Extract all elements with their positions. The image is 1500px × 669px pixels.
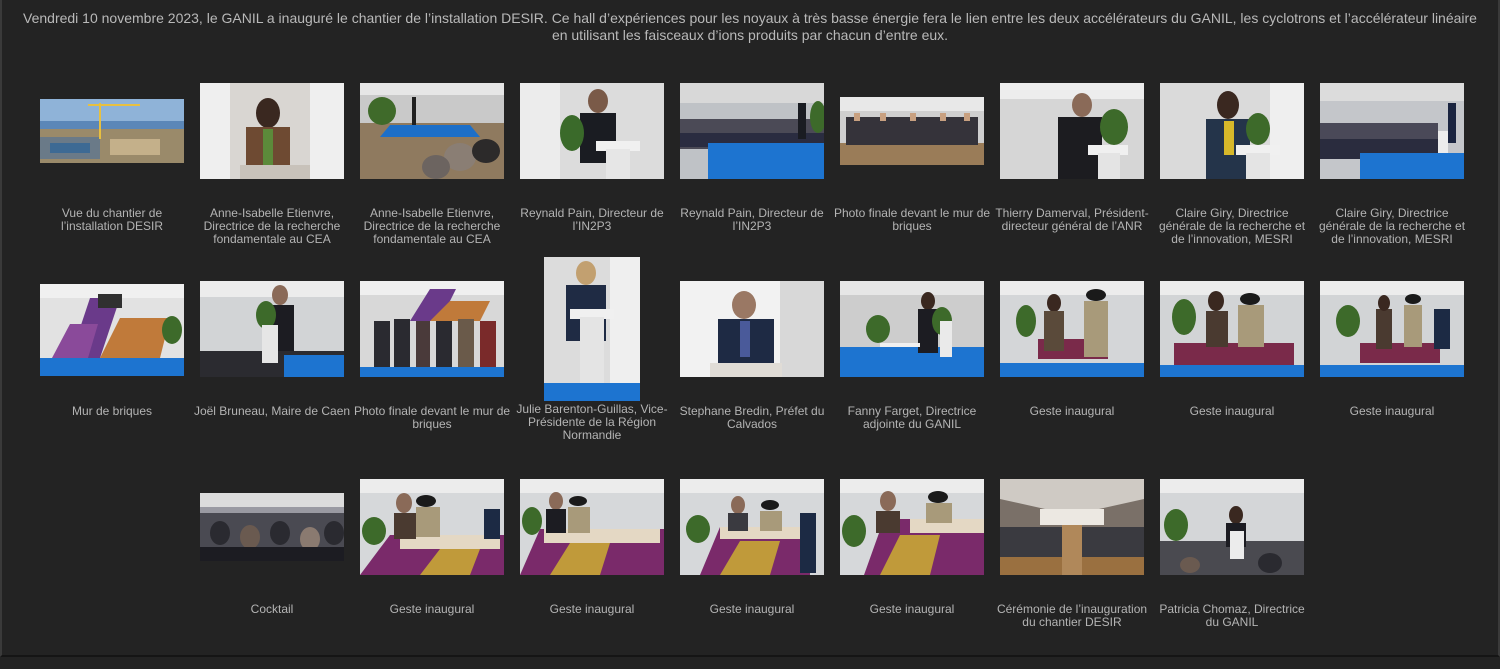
gallery-item[interactable]: Claire Giry, Directrice générale de la r…: [1312, 83, 1472, 273]
audience-photo[interactable]: [1320, 83, 1464, 179]
caption: Fanny Farget, Directrice adjointe du GAN…: [847, 404, 977, 431]
caption: Geste inaugural: [389, 602, 475, 616]
gallery-item[interactable]: Photo finale devant le mur de briques: [352, 281, 512, 471]
caption: Anne-Isabelle Etienvre, Directrice de la…: [203, 206, 341, 246]
speaker-photo[interactable]: [200, 281, 344, 377]
gallery-item[interactable]: Reynald Pain, Directeur de l’IN2P3: [512, 83, 672, 273]
gallery-item[interactable]: Geste inaugural: [512, 479, 672, 669]
gallery-item[interactable]: Reynald Pain, Directeur de l’IN2P3: [672, 83, 832, 273]
speaker-photo[interactable]: [1000, 83, 1144, 179]
group-photo[interactable]: [840, 97, 984, 165]
caption: Patricia Chomaz, Directrice du GANIL: [1159, 602, 1305, 629]
caption: Cérémonie de l’inauguration du chantier …: [996, 602, 1148, 629]
gallery-item[interactable]: Geste inaugural: [992, 281, 1152, 471]
speaker-photo[interactable]: [1160, 479, 1304, 575]
gallery-item[interactable]: Photo finale devant le mur de briques: [832, 83, 992, 273]
caption: Geste inaugural: [869, 602, 955, 616]
caption: Geste inaugural: [709, 602, 795, 616]
caption: Mur de briques: [71, 404, 153, 418]
caption: Julie Barenton-Guillas, Vice-Présidente …: [516, 402, 668, 442]
ceremony-photo[interactable]: [1320, 281, 1464, 377]
speaker-photo[interactable]: [520, 83, 664, 179]
gallery-item[interactable]: Anne-Isabelle Etienvre, Directrice de la…: [192, 83, 352, 273]
caption: Geste inaugural: [1029, 404, 1115, 418]
caption: Geste inaugural: [1349, 404, 1435, 418]
crowd-photo[interactable]: [200, 493, 344, 561]
caption: Joël Bruneau, Maire de Caen: [193, 404, 351, 418]
speaker-photo[interactable]: [1160, 83, 1304, 179]
intro-line-1: Vendredi 10 novembre 2023, le GANIL a in…: [23, 10, 1477, 26]
caption: Anne-Isabelle Etienvre, Directrice de la…: [363, 206, 501, 246]
ceremony-photo[interactable]: [1000, 281, 1144, 377]
ceremony-photo[interactable]: [1160, 281, 1304, 377]
caption: Thierry Damerval, Président-directeur gé…: [995, 206, 1149, 233]
ceremony-photo[interactable]: [680, 479, 824, 575]
caption: Reynald Pain, Directeur de l’IN2P3: [520, 206, 664, 233]
caption: Stephane Bredin, Préfet du Calvados: [679, 404, 825, 431]
caption: Photo finale devant le mur de briques: [353, 404, 511, 431]
gallery-item[interactable]: Stephane Bredin, Préfet du Calvados: [672, 281, 832, 471]
group-photo[interactable]: [360, 281, 504, 377]
gallery-item[interactable]: Patricia Chomaz, Directrice du GANIL: [1152, 479, 1312, 669]
speaker-photo[interactable]: [544, 257, 640, 401]
caption: Vue du chantier de l’installation DESIR: [60, 206, 164, 233]
gallery-item[interactable]: Vue du chantier de l’installation DESIR: [32, 83, 192, 273]
ceremony-photo[interactable]: [840, 479, 984, 575]
gallery-item[interactable]: Cérémonie de l’inauguration du chantier …: [992, 479, 1152, 669]
gallery-item[interactable]: Anne-Isabelle Etienvre, Directrice de la…: [352, 83, 512, 273]
gallery-item[interactable]: Cocktail: [192, 479, 352, 669]
ceremony-photo[interactable]: [520, 479, 664, 575]
brick-wall-photo[interactable]: [40, 284, 184, 376]
gallery-item[interactable]: Geste inaugural: [1152, 281, 1312, 471]
ceremony-photo[interactable]: [360, 479, 504, 575]
intro-text: Vendredi 10 novembre 2023, le GANIL a in…: [0, 10, 1500, 44]
caption: Cocktail: [250, 602, 294, 616]
audience-photo[interactable]: [680, 83, 824, 179]
caption: Photo finale devant le mur de briques: [833, 206, 991, 233]
caption: Claire Giry, Directrice générale de la r…: [1158, 206, 1306, 246]
gallery-item[interactable]: Joël Bruneau, Maire de Caen: [192, 281, 352, 471]
gallery-item[interactable]: Thierry Damerval, Président-directeur gé…: [992, 83, 1152, 273]
caption: Reynald Pain, Directeur de l’IN2P3: [680, 206, 824, 233]
gallery-item[interactable]: Claire Giry, Directrice générale de la r…: [1152, 83, 1312, 273]
gallery-item[interactable]: Geste inaugural: [832, 479, 992, 669]
hall-audience-photo[interactable]: [1000, 479, 1144, 575]
caption: Claire Giry, Directrice générale de la r…: [1318, 206, 1466, 246]
construction-site-photo[interactable]: [40, 99, 184, 163]
gallery-item[interactable]: Fanny Farget, Directrice adjointe du GAN…: [832, 281, 992, 471]
gallery-item[interactable]: Geste inaugural: [352, 479, 512, 669]
gallery-item[interactable]: Mur de briques: [32, 281, 192, 471]
caption: Geste inaugural: [549, 602, 635, 616]
stage-photo[interactable]: [840, 281, 984, 377]
gallery-item[interactable]: Julie Barenton-Guillas, Vice-Présidente …: [512, 257, 672, 447]
gallery-item[interactable]: Geste inaugural: [672, 479, 832, 669]
gallery-item[interactable]: Geste inaugural: [1312, 281, 1472, 471]
speaker-photo[interactable]: [200, 83, 344, 179]
intro-line-2: en utilisant les faisceaux d’ions produi…: [551, 27, 949, 43]
caption: Geste inaugural: [1189, 404, 1275, 418]
speaker-photo[interactable]: [680, 281, 824, 377]
stage-photo[interactable]: [360, 83, 504, 179]
